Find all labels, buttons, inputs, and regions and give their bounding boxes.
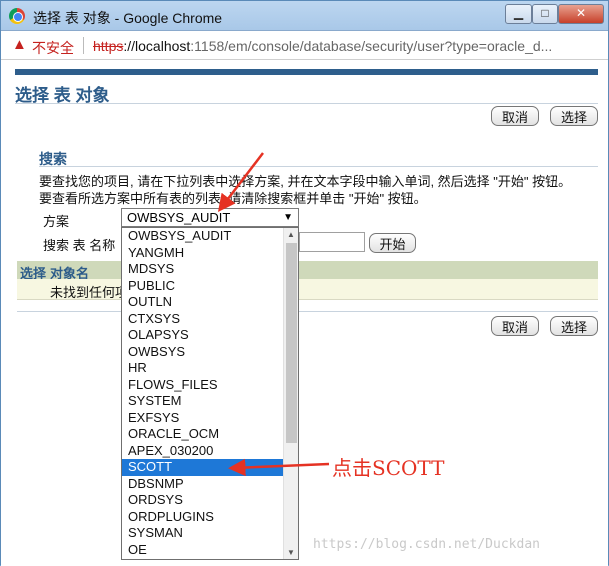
arrow-to-scott-option xyxy=(228,458,330,477)
browser-window: 选择 表 对象 - Google Chrome ▁ □ ✕ ▲ 不安全 http… xyxy=(0,0,609,566)
arrow-to-schema-select xyxy=(217,152,264,212)
annotation-arrows xyxy=(217,152,330,477)
